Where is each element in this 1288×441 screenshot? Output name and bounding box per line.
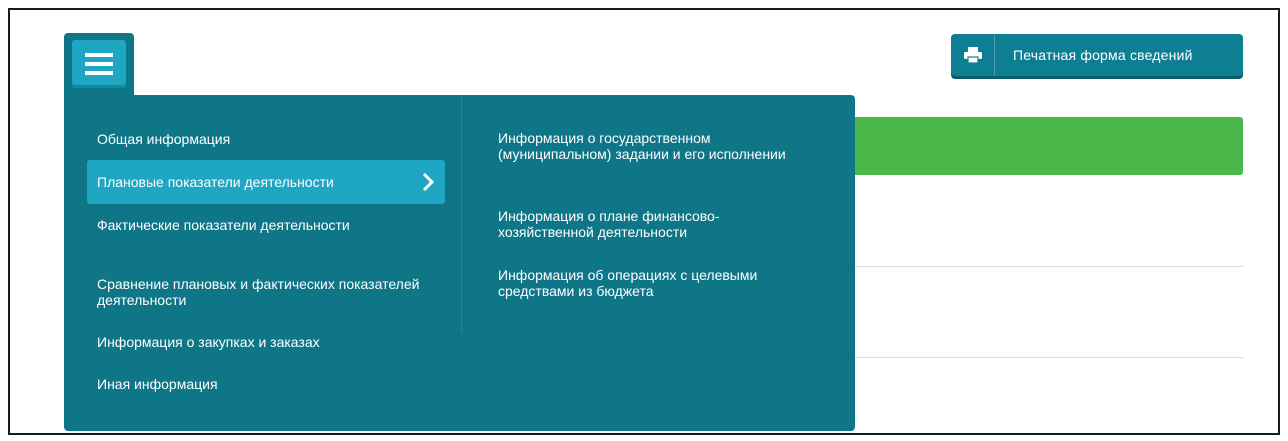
dropdown-menu: Общая информация Плановые показатели дея… (64, 95, 855, 431)
divider (855, 266, 1243, 267)
submenu-item-financial-plan[interactable]: Информация о плане финансово-хозяйственн… (498, 208, 798, 240)
hamburger-menu-icon (85, 53, 113, 75)
menu-item-purchases[interactable]: Информация о закупках и заказах (87, 334, 445, 350)
submenu-item-budget-operations[interactable]: Информация об операциях с целевыми средс… (498, 267, 798, 299)
print-form-label: Печатная форма сведений (1013, 47, 1193, 63)
status-bar (855, 117, 1243, 175)
menu-item-planned-indicators[interactable]: Плановые показатели деятельности (87, 160, 445, 204)
submenu-item-state-assignment[interactable]: Информация о государственном (муниципаль… (498, 130, 798, 162)
chevron-right-icon (422, 172, 435, 192)
printer-icon (951, 34, 995, 76)
menu-column-divider (461, 95, 462, 333)
menu-item-other-info[interactable]: Иная информация (87, 376, 445, 392)
menu-item-comparison[interactable]: Сравнение плановых и фактических показат… (87, 276, 445, 308)
menu-toggle-button[interactable] (72, 40, 126, 88)
print-form-button[interactable]: Печатная форма сведений (951, 34, 1243, 76)
divider (855, 357, 1243, 358)
menu-item-general-info[interactable]: Общая информация (87, 131, 445, 147)
menu-item-actual-indicators[interactable]: Фактические показатели деятельности (87, 217, 445, 233)
